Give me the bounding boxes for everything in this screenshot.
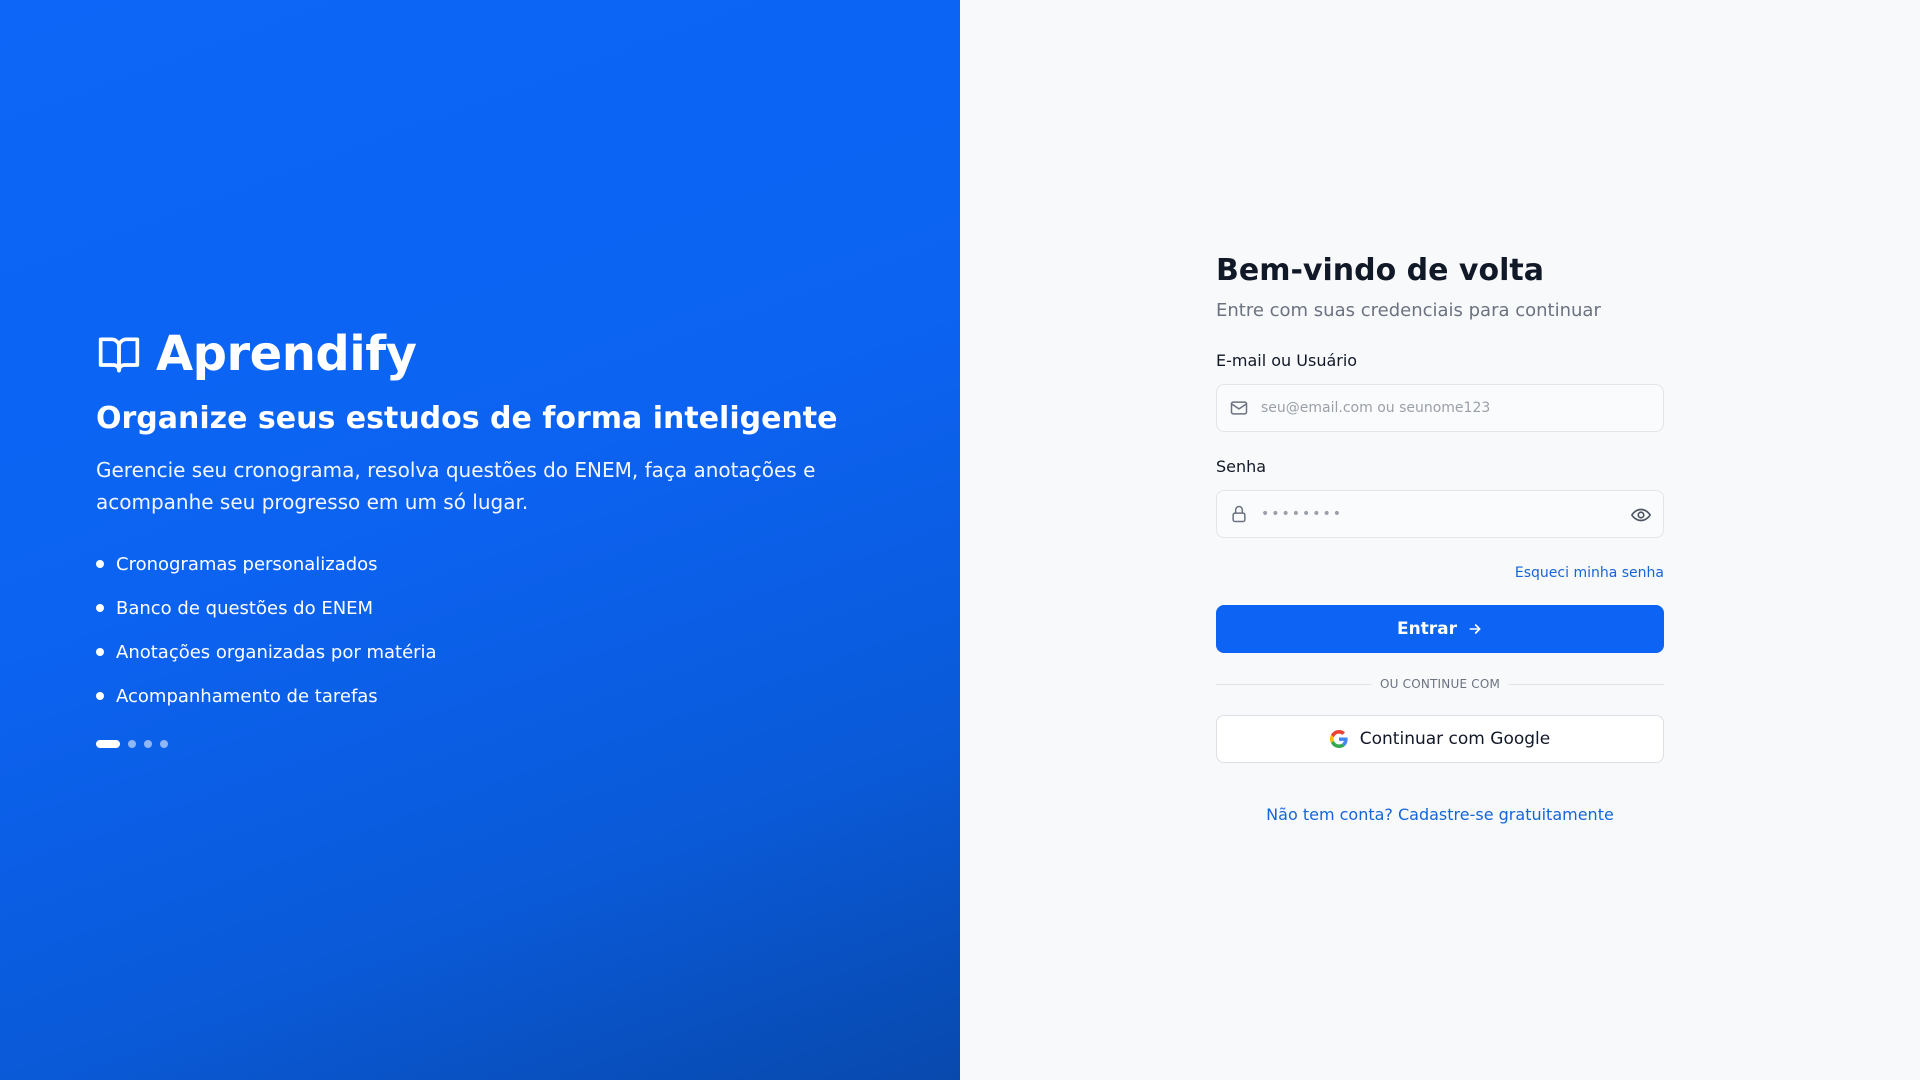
feature-label: Banco de questões do ENEM (116, 597, 374, 619)
carousel-indicators (96, 740, 856, 748)
divider-line (1216, 683, 1372, 685)
feature-item: Anotações organizadas por matéria (96, 630, 856, 674)
form-subtitle: Entre com suas credenciais para continua… (1216, 300, 1601, 321)
feature-label: Cronogramas personalizados (116, 553, 378, 575)
divider-line (1508, 683, 1665, 685)
forgot-password-link[interactable]: Esqueci minha senha (1515, 565, 1664, 581)
carousel-dot-1[interactable] (96, 740, 120, 748)
forgot-row: Esqueci minha senha (1216, 562, 1664, 581)
login-page: Aprendify Organize seus estudos de forma… (0, 0, 1920, 1080)
email-label: E-mail ou Usuário (1216, 351, 1358, 370)
login-button-label: Entrar (1396, 619, 1458, 639)
signup-row: Não tem conta? Cadastre-se gratuitamente (1216, 805, 1664, 824)
feature-item: Banco de questões do ENEM (96, 586, 856, 630)
bullet-icon (96, 560, 104, 568)
password-input[interactable] (1217, 491, 1663, 537)
feature-label: Anotações organizadas por matéria (116, 641, 437, 663)
google-icon (1329, 730, 1348, 748)
google-button-label: Continuar com Google (1359, 729, 1551, 749)
open-book-icon (98, 337, 140, 373)
lock-icon (1232, 505, 1246, 523)
email-input[interactable] (1217, 385, 1663, 431)
eye-icon[interactable] (1630, 504, 1652, 526)
login-button[interactable]: Entrar (1216, 605, 1664, 653)
login-panel: Bem-vindo de volta Entre com suas creden… (960, 0, 1920, 1080)
login-form: Bem-vindo de volta Entre com suas creden… (1216, 252, 1665, 824)
feature-label: Acompanhamento de tarefas (116, 685, 378, 707)
password-field (1216, 490, 1664, 538)
mail-icon (1230, 401, 1248, 415)
hero-panel: Aprendify Organize seus estudos de forma… (0, 0, 960, 1080)
feature-list: Cronogramas personalizados Banco de ques… (96, 542, 856, 718)
signup-link[interactable]: Não tem conta? Cadastre-se gratuitamente (1266, 805, 1614, 824)
hero-content: Aprendify Organize seus estudos de forma… (96, 326, 856, 748)
carousel-dot-3[interactable] (144, 740, 152, 748)
bullet-icon (96, 692, 104, 700)
divider: OU CONTINUE COM (1216, 677, 1665, 691)
hero-tagline: Organize seus estudos de forma inteligen… (96, 401, 838, 436)
feature-item: Acompanhamento de tarefas (96, 674, 856, 718)
arrow-right-icon (1469, 624, 1481, 634)
bullet-icon (96, 604, 104, 612)
brand: Aprendify (96, 326, 856, 382)
feature-item: Cronogramas personalizados (96, 542, 856, 586)
brand-name: Aprendify (156, 326, 417, 382)
email-field (1216, 384, 1664, 432)
divider-text: OU CONTINUE COM (1379, 677, 1501, 691)
google-login-button[interactable]: Continuar com Google (1216, 715, 1664, 763)
carousel-dot-2[interactable] (128, 740, 136, 748)
carousel-dot-4[interactable] (160, 740, 168, 748)
password-label: Senha (1216, 457, 1267, 476)
form-title: Bem-vindo de volta (1216, 253, 1544, 288)
hero-description: Gerencie seu cronograma, resolva questõe… (96, 458, 816, 514)
bullet-icon (96, 648, 104, 656)
